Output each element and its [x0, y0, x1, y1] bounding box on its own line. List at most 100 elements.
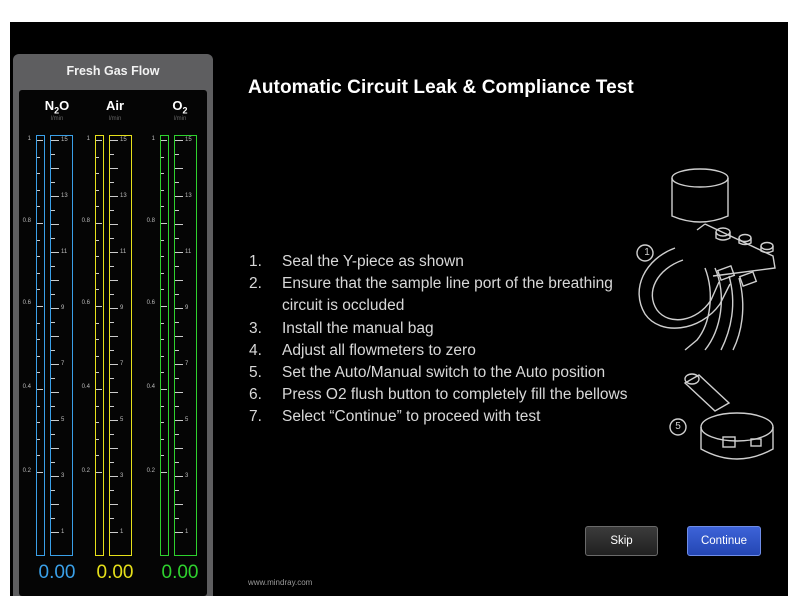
- scale-tick: [37, 372, 40, 374]
- scale-tick: [96, 256, 99, 258]
- scale-label-high: 1: [120, 529, 124, 535]
- scale-tick: [110, 392, 118, 393]
- scale-tick: [161, 173, 164, 175]
- scale-tick: [96, 322, 99, 324]
- scale-tick: [175, 518, 179, 519]
- scale-tick: [37, 206, 40, 208]
- scale-tick: [51, 140, 59, 141]
- gas-unit-air: l/min: [108, 116, 122, 122]
- fresh-gas-flow-title: Fresh Gas Flow: [66, 64, 160, 78]
- footer-url: www.mindray.com: [248, 578, 313, 587]
- scale-tick: [110, 224, 118, 225]
- scale-tick: [96, 405, 99, 407]
- flowmeter-display: N2O l/min 0.00 Air l/min 0.00 O2 l/min 0…: [19, 90, 207, 596]
- scale-tick: [37, 223, 43, 224]
- scale-tick: [110, 280, 118, 281]
- scale-label-high: 13: [61, 193, 68, 199]
- flowmeter-tube-high: 15 13 11 9 7 5 3 1: [109, 135, 132, 556]
- scale-tick: [161, 206, 164, 208]
- instruction-step: 5. Set the Auto/Manual switch to the Auto…: [249, 364, 606, 382]
- scale-tick: [175, 322, 179, 323]
- scale-tick: [37, 405, 40, 407]
- callout-5-label: 5: [675, 421, 681, 432]
- flowmeter-tube-high: 15 13 11 9 7 5 3 1: [174, 135, 197, 556]
- scale-tick: [51, 532, 59, 533]
- scale-tick: [175, 490, 179, 491]
- scale-tick: [175, 462, 179, 463]
- scale-tick: [175, 448, 183, 449]
- scale-tick: [37, 422, 40, 424]
- scale-tick: [37, 239, 40, 241]
- scale-tick: [51, 154, 55, 155]
- scale-tick: [51, 518, 55, 519]
- scale-label-low: 0.4: [146, 384, 155, 390]
- scale-tick: [51, 252, 59, 253]
- scale-tick: [51, 476, 59, 477]
- scale-label-low: 0.4: [81, 384, 90, 390]
- gas-name-o2: O2: [172, 98, 188, 116]
- scale-tick: [161, 322, 164, 324]
- scale-label-high: 7: [120, 361, 124, 367]
- scale-tick: [175, 168, 183, 169]
- scale-tick: [96, 189, 99, 191]
- scale-tick: [175, 294, 179, 295]
- scale-tick: [161, 389, 167, 390]
- scale-tick: [175, 364, 183, 365]
- scale-tick: [110, 504, 118, 505]
- scale-label-high: 13: [185, 193, 192, 199]
- continue-button[interactable]: Continue: [687, 526, 761, 556]
- scale-label-high: 11: [185, 249, 192, 255]
- scale-tick: [161, 189, 164, 191]
- scale-label-low: 0.4: [22, 384, 31, 390]
- scale-tick: [51, 210, 55, 211]
- scale-tick: [175, 252, 183, 253]
- scale-tick: [161, 156, 164, 158]
- scale-tick: [96, 422, 99, 424]
- scale-label-high: 15: [61, 137, 68, 143]
- scale-tick: [37, 289, 40, 291]
- scale-tick: [96, 206, 99, 208]
- scale-tick: [175, 308, 183, 309]
- scale-tick: [175, 140, 183, 141]
- scale-tick: [175, 392, 183, 393]
- scale-tick: [37, 189, 40, 191]
- scale-tick: [110, 336, 118, 337]
- scale-label-high: 7: [185, 361, 189, 367]
- scale-label-high: 5: [120, 417, 124, 423]
- scale-tick: [110, 378, 114, 379]
- scale-tick: [110, 532, 118, 533]
- scale-label-low: 0.6: [146, 300, 155, 306]
- scale-tick: [175, 420, 183, 421]
- scale-tick: [110, 518, 114, 519]
- scale-tick: [110, 434, 114, 435]
- scale-tick: [51, 336, 59, 337]
- gas-value-air: 0.00: [96, 562, 134, 583]
- gas-unit-o2: l/min: [173, 116, 187, 122]
- scale-tick: [51, 280, 59, 281]
- scale-tick: [175, 350, 179, 351]
- skip-button[interactable]: Skip: [585, 526, 658, 556]
- scale-label-high: 11: [61, 249, 68, 255]
- flowmeter-tube-high: 15 13 11 9 7 5 3 1: [50, 135, 73, 556]
- scale-tick: [175, 504, 183, 505]
- scale-tick: [110, 252, 118, 253]
- scale-tick: [175, 266, 179, 267]
- scale-tick: [96, 140, 102, 141]
- scale-tick: [110, 322, 114, 323]
- scale-tick: [96, 223, 102, 224]
- instruction-step: 7. Select “Continue” to proceed with test: [249, 408, 541, 426]
- scale-tick: [175, 280, 183, 281]
- scale-label-high: 1: [61, 529, 65, 535]
- scale-tick: [51, 238, 55, 239]
- scale-label-high: 5: [61, 417, 65, 423]
- scale-tick: [51, 420, 59, 421]
- scale-tick: [37, 156, 40, 158]
- scale-tick: [161, 339, 164, 341]
- scale-tick: [96, 339, 99, 341]
- scale-tick: [96, 289, 99, 291]
- scale-tick: [110, 462, 114, 463]
- scale-tick: [96, 272, 99, 274]
- gas-name-n2o: N2O: [44, 98, 70, 116]
- screen: Fresh Gas Flow N2O l/min 0.00 Air l/min …: [10, 22, 788, 596]
- scale-tick: [37, 339, 40, 341]
